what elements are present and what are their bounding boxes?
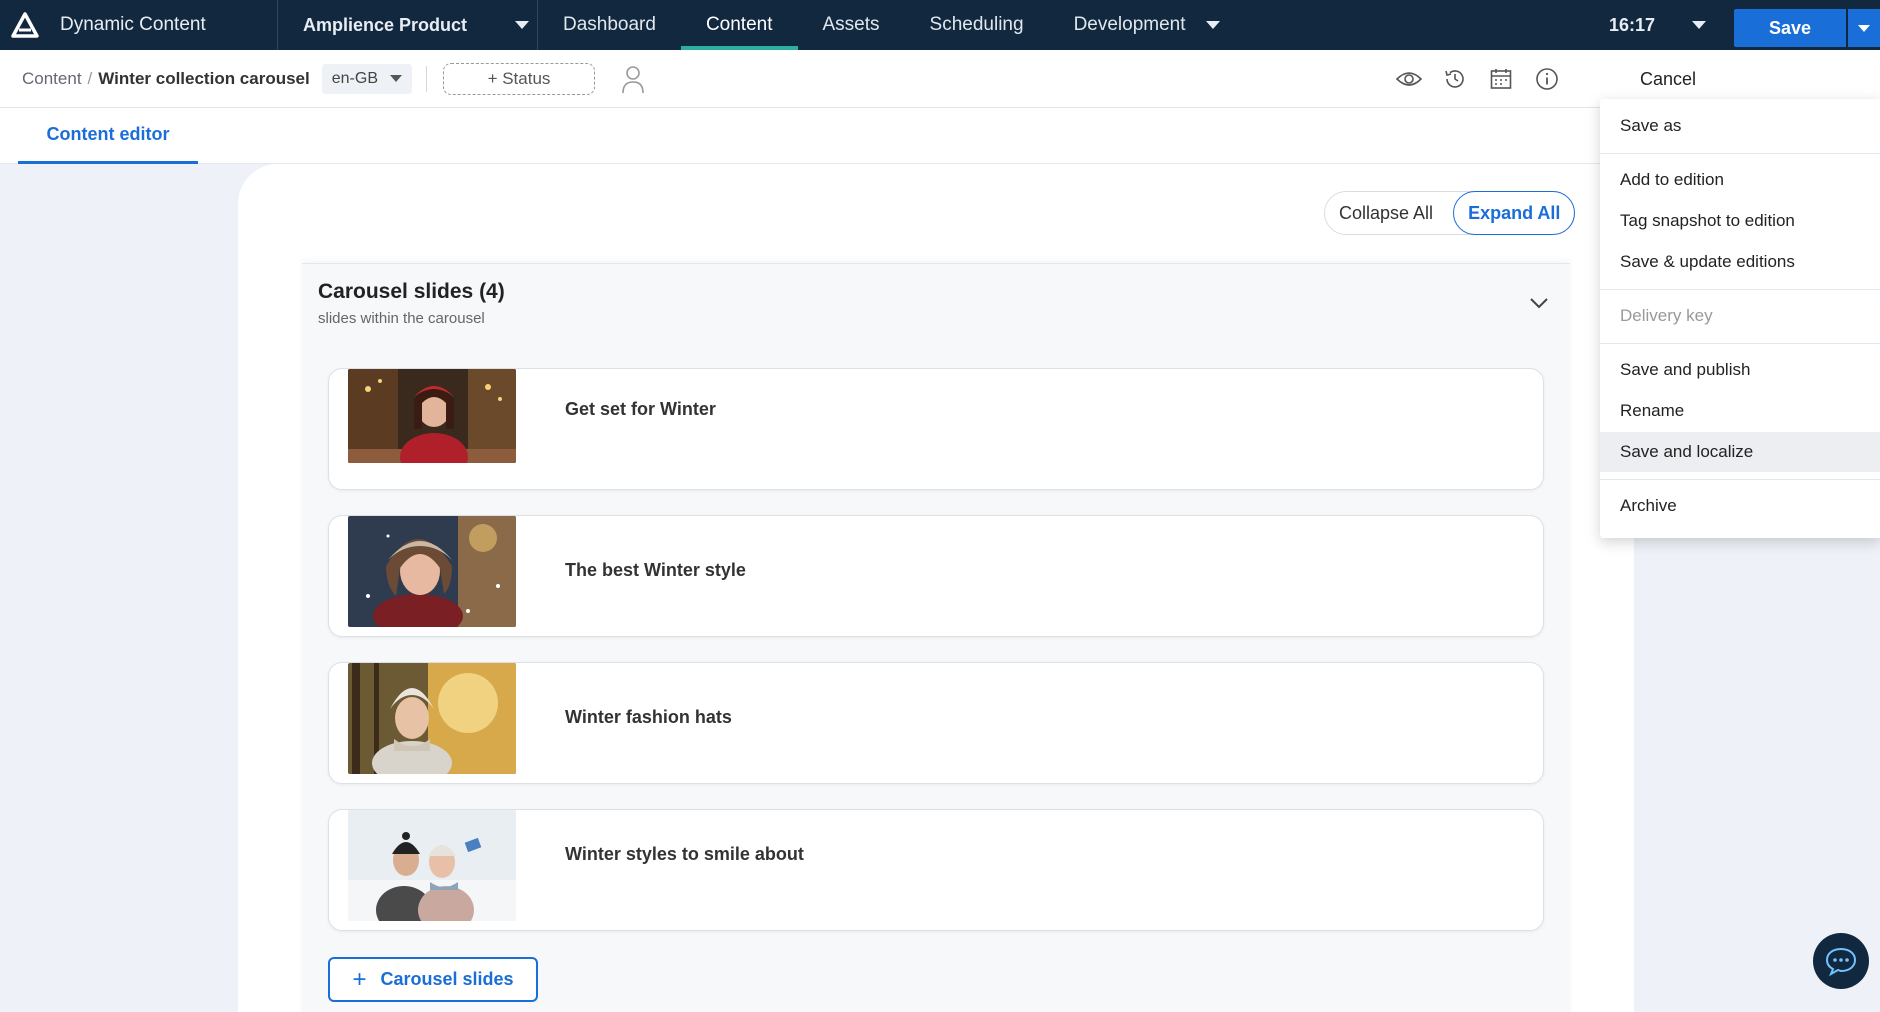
- main-nav-tabs: Dashboard Content Assets Scheduling Deve…: [538, 0, 1245, 50]
- top-nav: Dynamic Content Amplience Product Dashbo…: [0, 0, 1880, 50]
- menu-item-save-as[interactable]: Save as: [1600, 106, 1880, 146]
- locale-select[interactable]: en-GB: [321, 63, 412, 94]
- clock-menu-chevron-icon[interactable]: [1685, 11, 1713, 39]
- menu-divider: [1600, 289, 1880, 290]
- editor-tabstrip: Content editor: [0, 108, 1880, 164]
- toolbar-divider: [426, 65, 427, 92]
- slide-thumbnail: [348, 663, 516, 774]
- menu-divider: [1600, 479, 1880, 480]
- tab-scheduling[interactable]: Scheduling: [905, 0, 1049, 50]
- chevron-down-icon: [1205, 21, 1220, 29]
- chat-support-button[interactable]: [1813, 933, 1869, 989]
- menu-divider: [1600, 153, 1880, 154]
- locale-value: en-GB: [331, 69, 378, 87]
- add-status-button[interactable]: + Status: [443, 62, 595, 95]
- menu-item-delivery-key: Delivery key: [1620, 306, 1713, 325]
- calendar-icon[interactable]: [1486, 64, 1516, 94]
- menu-item-rename[interactable]: Rename: [1600, 391, 1880, 431]
- menu-item-save-and-publish[interactable]: Save and publish: [1600, 350, 1880, 390]
- info-icon[interactable]: [1532, 64, 1562, 94]
- amplience-logo-icon: [10, 10, 40, 40]
- content-toolbar: Content / Winter collection carousel en-…: [0, 50, 1880, 108]
- tab-assets[interactable]: Assets: [798, 0, 905, 50]
- slide-title: Get set for Winter: [565, 399, 716, 419]
- plus-icon: +: [352, 965, 367, 993]
- tab-content-editor[interactable]: Content editor: [18, 108, 198, 164]
- group-subtitle: slides within the carousel: [318, 310, 485, 327]
- save-options-toggle[interactable]: [1848, 9, 1880, 47]
- menu-item-tag-snapshot[interactable]: Tag snapshot to edition: [1600, 201, 1880, 241]
- breadcrumb-root[interactable]: Content: [22, 69, 82, 89]
- clock: 16:17: [1608, 14, 1655, 35]
- tab-content[interactable]: Content: [680, 0, 798, 50]
- chevron-down-icon: [515, 21, 530, 29]
- expand-all-button[interactable]: Expand All: [1453, 191, 1576, 235]
- menu-item-archive[interactable]: Archive: [1600, 486, 1880, 526]
- tab-development-label: Development: [1073, 14, 1186, 35]
- add-button-label: Carousel slides: [380, 969, 514, 989]
- save-options-menu: Save as Add to edition Tag snapshot to e…: [1600, 99, 1880, 538]
- hub-selector[interactable]: Amplience Product: [278, 0, 538, 50]
- tab-development[interactable]: Development: [1049, 0, 1245, 50]
- cancel-button[interactable]: Cancel: [1622, 62, 1714, 96]
- slide-thumbnail: [348, 369, 516, 463]
- chevron-down-icon: [1858, 24, 1870, 32]
- hub-name: Amplience Product: [303, 14, 468, 35]
- slide-card[interactable]: Winter styles to smile about: [328, 809, 1544, 931]
- assignee-user-icon[interactable]: [619, 63, 647, 95]
- save-button[interactable]: Save: [1734, 9, 1846, 47]
- menu-item-add-to-edition[interactable]: Add to edition: [1600, 160, 1880, 200]
- slide-title: The best Winter style: [565, 560, 746, 580]
- menu-item-save-and-localize[interactable]: Save and localize: [1600, 432, 1880, 472]
- group-title: Carousel slides (4): [318, 280, 505, 303]
- chevron-down-icon: [390, 75, 402, 82]
- toolbar-icons: [1394, 50, 1578, 108]
- collapse-expand-toggle: Collapse All Expand All: [1324, 191, 1576, 235]
- app-name: Dynamic Content: [60, 14, 206, 35]
- collapse-all-button[interactable]: Collapse All: [1325, 192, 1453, 234]
- slide-card[interactable]: Get set for Winter: [328, 368, 1544, 490]
- add-carousel-slide-button[interactable]: + Carousel slides: [328, 957, 538, 1002]
- breadcrumb-current: Winter collection carousel: [98, 68, 310, 88]
- tab-dashboard[interactable]: Dashboard: [538, 0, 681, 50]
- breadcrumb-separator: /: [87, 68, 93, 88]
- brand[interactable]: Dynamic Content: [0, 0, 278, 50]
- preview-eye-icon[interactable]: [1394, 64, 1424, 94]
- slide-card[interactable]: Winter fashion hats: [328, 662, 1544, 784]
- menu-item-save-update-editions[interactable]: Save & update editions: [1600, 242, 1880, 282]
- chevron-down-icon[interactable]: [1528, 292, 1550, 314]
- slide-title: Winter fashion hats: [565, 707, 732, 727]
- chat-bubble-icon: [1825, 947, 1857, 976]
- slide-thumbnail: [348, 810, 516, 921]
- slide-card[interactable]: The best Winter style: [328, 515, 1544, 637]
- menu-divider: [1600, 343, 1880, 344]
- slide-title: Winter styles to smile about: [565, 844, 804, 864]
- slide-thumbnail: [348, 516, 516, 627]
- history-icon[interactable]: [1440, 64, 1470, 94]
